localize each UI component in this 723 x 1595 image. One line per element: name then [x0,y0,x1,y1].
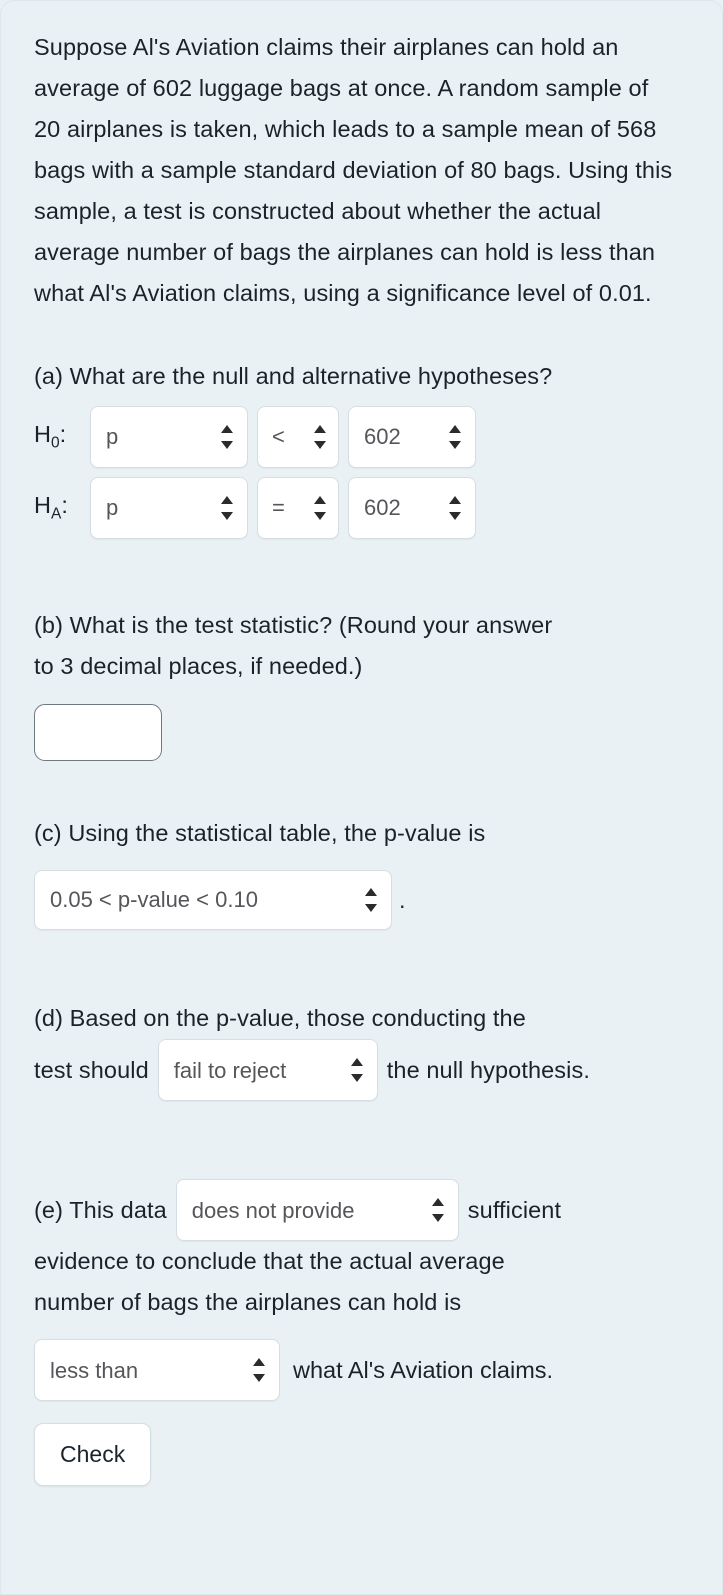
null-label-base: H [34,421,51,448]
alt-value-select[interactable]: 602 [348,477,476,539]
test-statistic-input[interactable] [34,704,162,761]
alt-value-text: 602 [364,495,401,520]
alt-label-base: H [34,492,51,519]
updown-stepper-icon[interactable] [350,1055,364,1085]
alt-parameter-value: p [106,495,119,520]
updown-stepper-icon[interactable] [221,422,234,452]
null-parameter-value: p [106,424,119,449]
evidence-selected: does not provide [191,1197,355,1223]
alt-parameter-select[interactable]: p [90,477,248,539]
null-value-select[interactable]: 602 [348,406,476,468]
null-label-subscript: 0 [50,434,60,452]
decision-select[interactable]: fail to reject [157,1039,378,1101]
evidence-select[interactable]: does not provide [175,1179,459,1241]
part-d-lead-text: test should [34,1056,149,1083]
null-label-colon: : [59,421,67,448]
alternative-hypothesis-label: HA: [34,492,81,524]
updown-stepper-icon[interactable] [431,1195,445,1225]
updown-stepper-icon[interactable] [253,1355,266,1385]
updown-stepper-icon[interactable] [449,493,462,523]
null-hypothesis-label: H0: [34,421,81,453]
part-e-tail-text: what Al's Aviation claims. [293,1356,554,1383]
null-parameter-select[interactable]: p [90,406,248,468]
alternative-hypothesis-row: HA: p = 602 [34,477,692,539]
part-d-trail-text: the null hypothesis. [386,1056,590,1083]
updown-stepper-icon[interactable] [314,493,327,523]
alt-label-colon: : [61,492,68,519]
null-operator-select[interactable]: < [257,406,339,468]
comparison-select[interactable]: less than [34,1339,280,1401]
part-b-question-line1: (b) What is the test statistic? (Round y… [34,612,553,638]
decision-selected: fail to reject [173,1057,287,1083]
updown-stepper-icon[interactable] [314,422,327,452]
question-card: Suppose Al's Aviation claims their airpl… [0,0,723,1595]
part-e-body-line1: evidence to conclude that the actual ave… [34,1248,505,1274]
comparison-selected: less than [50,1357,139,1383]
updown-stepper-icon[interactable] [449,422,462,452]
part-a-question: (a) What are the null and alternative hy… [34,363,553,389]
check-button[interactable]: Check [34,1423,152,1486]
null-hypothesis-row: H0: p < 602 [34,406,692,468]
updown-stepper-icon[interactable] [365,885,378,915]
part-e-lead-text: (e) This data [34,1196,167,1223]
alt-operator-select[interactable]: = [257,477,339,539]
p-value-select[interactable]: 0.05 < p-value < 0.10 [34,870,392,930]
part-b-question-line2: to 3 decimal places, if needed.) [34,653,363,679]
part-d-answer-row: test should fail to reject the null hypo… [34,1039,692,1101]
part-e-first-row: (e) This data does not provide sufficien… [34,1179,692,1241]
part-c-period: . [399,886,406,913]
part-e-after-provide: sufficient [467,1196,562,1223]
part-c-question: (c) Using the statistical table, the p-v… [34,820,486,846]
part-e-comparison-row: less than what Al's Aviation claims. [34,1323,692,1401]
p-value-selected: 0.05 < p-value < 0.10 [50,887,258,912]
part-e-body-line2: number of bags the airplanes can hold is [34,1289,462,1315]
updown-stepper-icon[interactable] [221,493,234,523]
part-d-question-line1: (d) Based on the p-value, those conducti… [34,1005,526,1031]
problem-statement: Suppose Al's Aviation claims their airpl… [34,34,673,306]
null-value-text: 602 [364,424,401,449]
alt-label-subscript: A [50,505,62,523]
alt-operator-value: = [272,495,285,520]
null-operator-value: < [272,424,285,449]
part-c-answer-row: 0.05 < p-value < 0.10 . [34,854,692,930]
